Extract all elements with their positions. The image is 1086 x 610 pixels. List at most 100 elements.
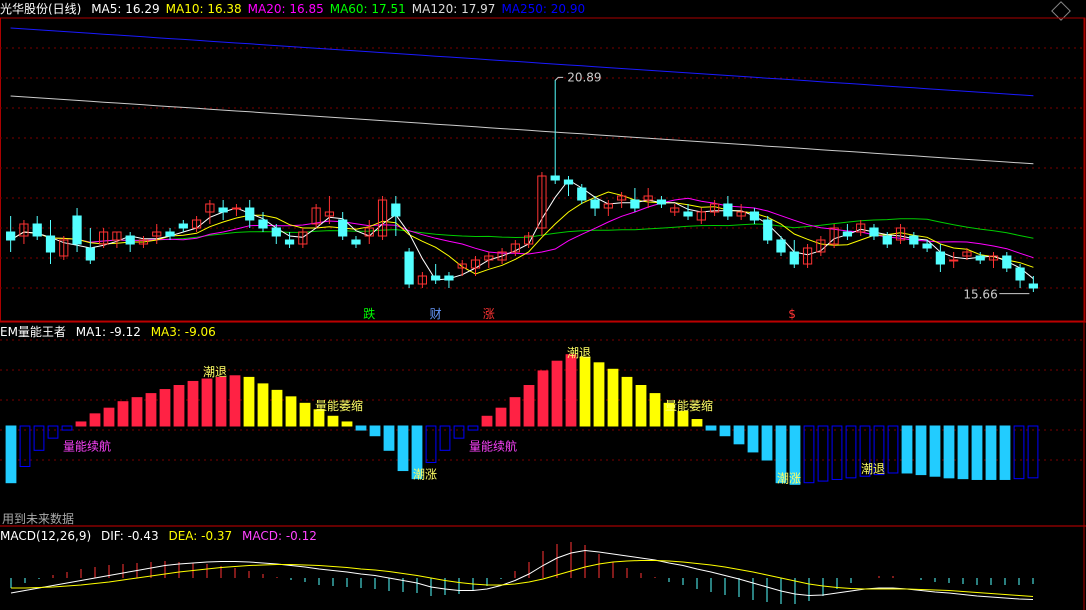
candle-body [922,243,932,249]
candle-body [1002,255,1012,269]
candle-body [935,251,946,265]
em-bar [915,425,927,476]
em-bar [341,421,353,427]
em-bar [215,376,227,427]
high-marker-label: 20.89 [567,70,601,84]
candle-body [404,251,414,285]
em-bar [5,425,17,484]
em-bar [971,425,983,480]
em-bar [481,415,493,427]
candle-body [338,219,348,237]
em-bar [159,389,171,427]
em-bar [607,368,619,427]
em-note: 潮退 [203,364,227,379]
em-note: 量能续航 [469,438,517,453]
signal-marker: 跌 [363,306,375,321]
ma120-line [10,95,1034,165]
ma250-line [10,27,1034,97]
ma60-line [10,218,1034,243]
signal-marker: 涨 [483,306,495,321]
em-bar [509,397,521,427]
candle-body [444,275,454,281]
dif-line [10,549,1034,600]
em-bar [677,410,689,427]
candle-body [789,251,799,265]
em-bar [929,425,941,477]
candle-body [776,239,786,253]
em-bar [397,425,409,472]
em-bar [887,425,899,474]
em-bar [803,425,815,484]
em-bar [551,360,563,427]
em-bar [985,425,997,480]
em-bar [89,413,101,427]
candle-body [869,227,879,237]
em-bar [691,419,703,427]
em-bar [761,425,773,461]
candle-body [72,215,82,245]
ma5-line [10,179,1034,281]
em-note: 潮退 [567,345,591,360]
em-bar [243,376,255,427]
em-bar [901,425,913,474]
candle-body [975,255,985,261]
em-bar [173,385,185,427]
candle-body [630,199,640,209]
em-bar [747,425,759,453]
candle-body [85,247,95,261]
em-note: 量能萎缩 [665,398,713,413]
em-bar [131,397,143,427]
candle-body [391,203,401,217]
em-note: 潮涨 [777,471,801,486]
em-bar [47,425,59,439]
em-bar [299,402,311,427]
candle-body [271,227,281,237]
candle-body [258,219,268,229]
em-bar [75,421,87,427]
candle-body [178,223,188,229]
em-bar [565,354,577,427]
candle-body [577,187,587,201]
candle-body [245,207,255,221]
em-note: 潮涨 [413,467,437,482]
em-bar [593,362,605,427]
em-bar [355,425,367,431]
em-bar [733,425,745,445]
em-bar [621,376,633,427]
candle-body [431,275,441,281]
em-bar [187,380,199,427]
em-bar [705,425,717,431]
candle-body [165,231,175,237]
em-bar [957,425,969,480]
em-bar [467,425,479,431]
low-marker-label: 15.66 [963,288,997,302]
candle-body [1028,283,1038,289]
em-note: 量能萎缩 [315,398,363,413]
candle-body [723,203,733,217]
em-bar [579,356,591,427]
em-bar [369,425,381,437]
signal-marker: $ [788,307,796,321]
signal-marker: 财 [430,307,442,321]
candle-body [882,235,892,245]
em-bar [537,370,549,427]
em-bar [103,407,115,427]
em-bar [257,383,269,427]
em-bar [635,385,647,427]
candle-body [351,239,361,245]
candle-body [909,235,919,245]
high-marker-arrow [554,76,564,81]
em-bar [649,393,661,427]
em-bar [719,425,731,437]
candle-body [125,235,135,245]
em-note: 量能续航 [63,438,111,453]
em-bar [117,401,129,427]
em-bar [285,396,297,427]
candle-body [949,259,959,262]
em-bar [229,375,241,427]
candle-body [32,223,42,237]
em-bar [523,385,535,427]
em-bar [425,425,437,463]
candle-body [550,175,560,181]
candle-body [563,179,574,185]
